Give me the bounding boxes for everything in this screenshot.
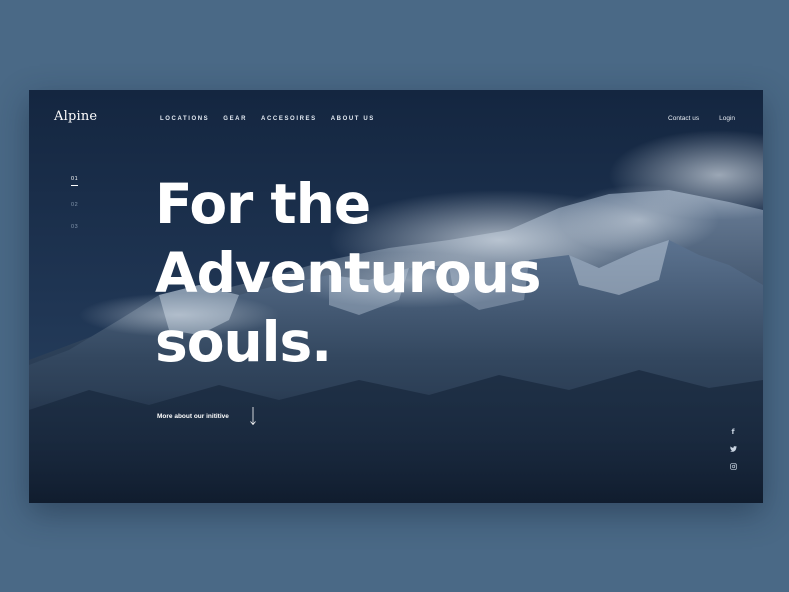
- main-nav: LOCATIONS GEAR ACCESOIRES ABOUT US: [160, 116, 375, 122]
- social-links: f: [729, 428, 737, 470]
- contact-us-link[interactable]: Contact us: [668, 115, 699, 122]
- headline-line-1: For the: [155, 172, 371, 236]
- headline-line-2: Adventurous: [155, 241, 541, 305]
- hero-headline: For the Adventurous souls.: [155, 170, 541, 377]
- secondary-nav: Contact us Login: [668, 115, 735, 122]
- nav-item-gear[interactable]: GEAR: [223, 116, 247, 122]
- learn-more-label: More about our inititive: [157, 412, 229, 420]
- headline-line-3: souls.: [155, 310, 332, 374]
- nav-item-locations[interactable]: LOCATIONS: [160, 116, 209, 122]
- brand-logo[interactable]: Alpine: [54, 109, 97, 124]
- pager-item-03[interactable]: 03: [71, 224, 81, 230]
- hero-frame: Alpine LOCATIONS GEAR ACCESOIRES ABOUT U…: [29, 90, 763, 503]
- facebook-glyph: f: [731, 428, 735, 436]
- twitter-icon[interactable]: [729, 445, 737, 453]
- nav-item-accesoires[interactable]: ACCESOIRES: [261, 116, 317, 122]
- pager-item-01[interactable]: 01: [71, 176, 81, 186]
- instagram-icon[interactable]: [729, 462, 737, 470]
- facebook-icon[interactable]: f: [729, 428, 737, 436]
- login-link[interactable]: Login: [719, 115, 735, 122]
- pager-item-02[interactable]: 02: [71, 202, 81, 208]
- arrow-down-icon: [250, 407, 256, 426]
- nav-item-about-us[interactable]: ABOUT US: [331, 116, 375, 122]
- slide-pager: 01 02 03: [71, 176, 81, 230]
- learn-more-link[interactable]: More about our inititive: [157, 406, 257, 426]
